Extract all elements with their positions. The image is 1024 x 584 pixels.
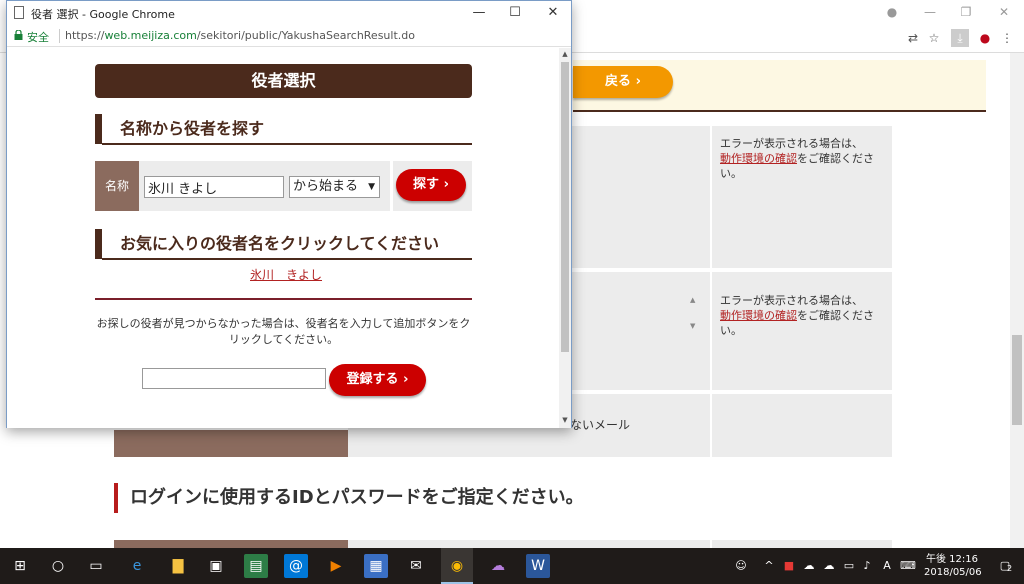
search-button[interactable]: 探す › — [396, 169, 466, 201]
calculator-icon[interactable]: ▦ — [364, 554, 388, 578]
environment-check-link[interactable]: 動作環境の確認 — [720, 309, 797, 322]
url-separator — [59, 29, 60, 43]
favorites-section-title: お気に入りの役者名をクリックしてください — [95, 229, 439, 259]
background-table-cell — [712, 394, 892, 457]
popup-minimize-icon[interactable]: — — [469, 4, 489, 22]
back-button[interactable]: 戻る › — [573, 66, 673, 98]
pinterest-icon[interactable]: ● — [976, 29, 994, 47]
onedrive-icon[interactable]: ☁ — [802, 559, 816, 573]
menu-icon[interactable]: ⋮ — [998, 29, 1016, 47]
not-found-instructions: お探しの役者が見つからなかった場合は、役者名を入力して追加ボタンをクリックしてく… — [96, 317, 471, 346]
scroll-up-icon[interactable]: ▲ — [559, 48, 571, 60]
word-icon[interactable]: W — [526, 554, 550, 578]
error-note: エラーが表示される場合は、 動作環境の確認をご確認ください。 — [720, 137, 874, 180]
restore-icon[interactable]: ❐ — [956, 2, 976, 22]
popup-titlebar[interactable]: 役者 選択 - Google Chrome — ☐ ✕ — [7, 1, 571, 25]
scroll-up-icon[interactable]: ▲ — [690, 296, 695, 304]
scroll-down-icon[interactable]: ▼ — [559, 414, 571, 426]
match-type-value: から始まる — [293, 179, 359, 194]
bookmark-star-icon[interactable]: ☆ — [925, 29, 943, 47]
background-table-cell — [348, 540, 710, 548]
background-label-cell — [114, 430, 348, 457]
background-scrollbar-thumb[interactable] — [1012, 335, 1022, 425]
translate-icon[interactable]: ⇄ — [904, 29, 922, 47]
login-section-title: ログインに使用するIDとパスワードをご指定ください。 — [114, 483, 584, 513]
people-icon[interactable]: ☺ — [734, 559, 748, 573]
search-section-title: 名称から役者を探す — [95, 114, 264, 144]
close-icon[interactable]: ✕ — [994, 2, 1014, 22]
url-text[interactable]: https://web.meijiza.com/sekitori/public/… — [65, 29, 415, 42]
ime-icon[interactable]: A — [880, 559, 894, 573]
divider — [95, 298, 472, 300]
register-button[interactable]: 登録する › — [329, 364, 426, 396]
popup-close-icon[interactable]: ✕ — [543, 4, 563, 22]
background-scrollbar[interactable] — [1010, 53, 1024, 548]
url-scheme: https:// — [65, 29, 105, 42]
chrome-icon[interactable]: ◉ — [445, 554, 469, 578]
popup-maximize-icon[interactable]: ☐ — [505, 4, 525, 22]
popup-address-bar[interactable]: 安全 https://web.meijiza.com/sekitori/publ… — [7, 25, 571, 47]
url-path: /sekitori/public/YakushaSearchResult.do — [196, 29, 415, 42]
mail-app-icon[interactable]: @ — [284, 554, 308, 578]
section-underline — [102, 258, 472, 260]
app-icon[interactable]: ▤ — [244, 554, 268, 578]
media-player-icon[interactable]: ▶ — [324, 554, 348, 578]
actor-name-input[interactable] — [144, 176, 284, 198]
secure-label: 安全 — [27, 31, 49, 44]
url-host: web.meijiza.com — [104, 29, 197, 42]
minimize-icon[interactable]: — — [920, 2, 940, 22]
keyboard-icon[interactable]: ⌨ — [900, 559, 916, 573]
popup-scrollbar-thumb[interactable] — [561, 62, 569, 352]
environment-check-link[interactable]: 動作環境の確認 — [720, 152, 797, 165]
search-divider — [390, 161, 393, 211]
popup-content: 役者選択 名称から役者を探す 名称 から始まる ▼ 探す › お気に入りの役者名… — [7, 48, 571, 428]
match-type-select[interactable]: から始まる ▼ — [289, 176, 380, 198]
display-tray-icon[interactable]: ▭ — [842, 559, 856, 573]
favorite-actor-link[interactable]: 氷川 きよし — [250, 266, 322, 283]
dropdown-arrow-icon: ▼ — [368, 182, 375, 192]
profile-icon[interactable]: ● — [882, 2, 902, 22]
store-icon[interactable]: ▣ — [204, 554, 228, 578]
security-tray-icon[interactable]: ■ — [782, 559, 796, 573]
mail-text: ないメール — [570, 418, 631, 432]
notification-count: 2 — [1007, 564, 1013, 573]
clock-time: 午後 12:16 — [926, 554, 978, 565]
volume-icon[interactable]: ♪ — [860, 559, 874, 573]
name-label: 名称 — [95, 161, 139, 211]
edge-icon[interactable]: e — [125, 554, 149, 578]
page-title: 役者選択 — [95, 64, 472, 98]
lock-icon — [14, 30, 23, 40]
search-icon[interactable]: ○ — [46, 554, 70, 578]
actor-select-popup: 役者 選択 - Google Chrome — ☐ ✕ 安全 https://w… — [6, 0, 572, 428]
clock[interactable]: 午後 12:16 2018/05/06 — [924, 553, 982, 579]
mail-icon[interactable]: ✉ — [404, 554, 428, 578]
error-note: エラーが表示される場合は、 動作環境の確認をご確認ください。 — [720, 294, 874, 337]
new-actor-input[interactable] — [142, 368, 326, 389]
task-view-icon[interactable]: ▭ — [84, 554, 108, 578]
page-icon — [14, 6, 24, 19]
tray-expand-icon[interactable]: ^ — [762, 559, 776, 573]
extension-icon[interactable]: ⤓ — [951, 29, 969, 47]
scroll-down-icon[interactable]: ▼ — [690, 322, 695, 330]
cloud-app-icon[interactable]: ☁ — [486, 554, 510, 578]
section-underline — [102, 143, 472, 145]
background-table-cell — [712, 540, 892, 548]
windows-start-icon[interactable]: ⊞ — [8, 554, 32, 578]
clock-date: 2018/05/06 — [924, 567, 982, 578]
file-explorer-icon[interactable]: ▇ — [166, 554, 190, 578]
popup-title: 役者 選択 - Google Chrome — [31, 8, 175, 21]
cloud-tray-icon[interactable]: ☁ — [822, 559, 836, 573]
